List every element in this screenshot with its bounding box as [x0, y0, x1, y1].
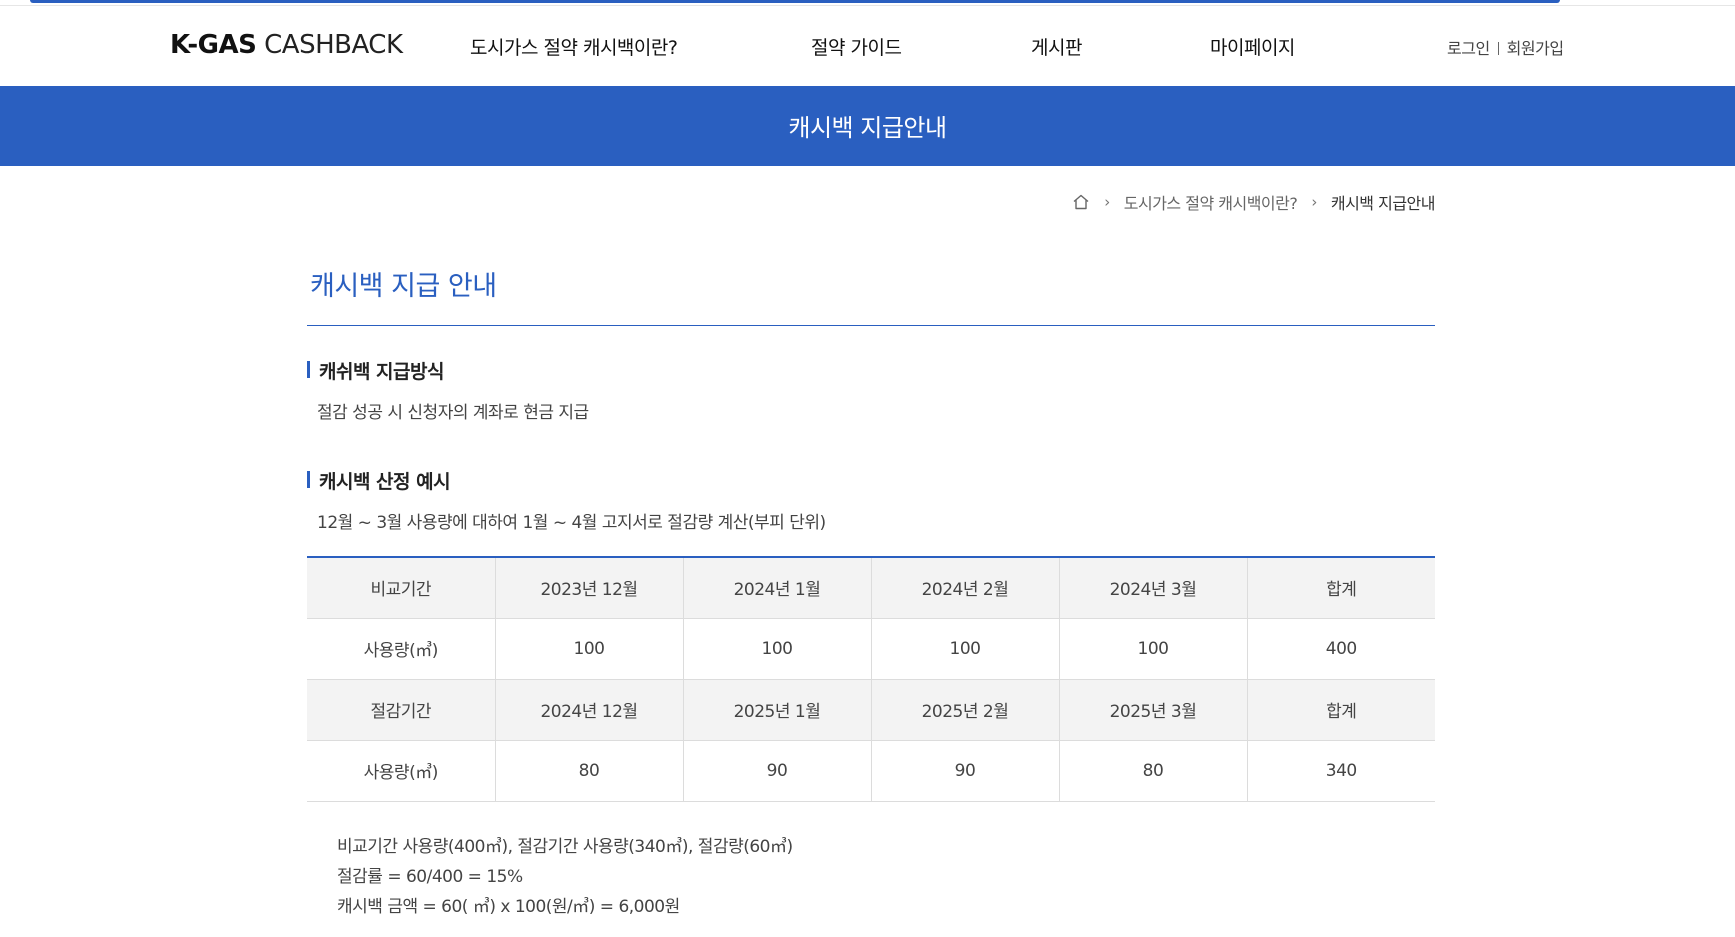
section-heading-calculation-example: 캐시백 산정 예시 [307, 467, 451, 494]
utility-links: 로그인 회원가입 [1447, 35, 1564, 59]
table-cell: 2025년 3월 [1058, 679, 1247, 741]
table-row-saving-usage: 사용량(㎥) 80 90 90 80 340 [307, 740, 1435, 802]
table-cell: 2024년 12월 [494, 679, 683, 741]
table-cell: 80 [1058, 740, 1247, 802]
cashback-calculation-table: 비교기간 2023년 12월 2024년 1월 2024년 2월 2024년 3… [307, 556, 1435, 802]
table-cell: 100 [870, 618, 1059, 680]
table-cell: 2023년 12월 [494, 557, 683, 619]
table-cell: 비교기간 [307, 557, 495, 619]
breadcrumb-item-about-cashback[interactable]: 도시가스 절약 캐시백이란? [1124, 190, 1298, 214]
login-link[interactable]: 로그인 [1447, 39, 1490, 58]
table-cell: 90 [682, 740, 871, 802]
nav-item-mypage[interactable]: 마이페이지 [1210, 33, 1295, 60]
breadcrumb: › 도시가스 절약 캐시백이란? › 캐시백 지급안내 [1072, 190, 1436, 214]
note-cashback-amount: 캐시백 금액 = 60( ㎥) x 100(원/㎥) = 6,000원 [337, 897, 680, 917]
table-cell: 80 [494, 740, 683, 802]
page-banner: 캐시백 지급안내 [0, 86, 1735, 166]
banner-title: 캐시백 지급안내 [788, 114, 947, 142]
nav-item-saving-guide[interactable]: 절약 가이드 [811, 33, 902, 60]
home-icon-graphic [1073, 194, 1089, 210]
site-logo[interactable]: K-GAS CASHBACK [170, 30, 403, 60]
section-text-calculation-example: 12월 ~ 3월 사용량에 대하여 1월 ~ 4월 고지서로 절감량 계산(부피… [317, 513, 826, 533]
table-row-saving-period: 절감기간 2024년 12월 2025년 1월 2025년 2월 2025년 3… [307, 679, 1435, 741]
table-cell: 2025년 1월 [682, 679, 871, 741]
table-cell: 340 [1246, 740, 1435, 802]
table-cell: 합계 [1246, 679, 1435, 741]
table-cell: 2025년 2월 [870, 679, 1059, 741]
table-row-comparison-usage: 사용량(㎥) 100 100 100 100 400 [307, 618, 1435, 680]
table-cell: 합계 [1246, 557, 1435, 619]
table-cell: 100 [1058, 618, 1247, 680]
signup-link[interactable]: 회원가입 [1507, 39, 1564, 58]
table-cell: 400 [1246, 618, 1435, 680]
home-icon[interactable] [1072, 193, 1090, 211]
table-cell: 사용량(㎥) [307, 740, 495, 802]
breadcrumb-item-current: 캐시백 지급안내 [1330, 194, 1436, 213]
nav-item-about-cashback[interactable]: 도시가스 절약 캐시백이란? [470, 33, 678, 60]
utility-separator [1497, 42, 1499, 55]
table-cell: 2024년 3월 [1058, 557, 1247, 619]
note-saving-rate: 절감률 = 60/400 = 15% [337, 867, 523, 887]
section-text-payment-method: 절감 성공 시 신청자의 계좌로 현금 지급 [317, 403, 589, 423]
table-row-comparison-period: 비교기간 2023년 12월 2024년 1월 2024년 2월 2024년 3… [307, 557, 1435, 619]
section-heading-payment-method: 캐쉬백 지급방식 [307, 357, 444, 384]
logo-bold-text: K-GAS [170, 30, 257, 60]
chevron-right-icon: › [1104, 193, 1110, 211]
table-cell: 2024년 2월 [870, 557, 1059, 619]
table-cell: 90 [870, 740, 1059, 802]
note-usage-summary: 비교기간 사용량(400㎥), 절감기간 사용량(340㎥), 절감량(60㎥) [337, 837, 793, 857]
chevron-right-icon: › [1311, 193, 1317, 211]
top-accent-line [30, 0, 1560, 3]
table-cell: 사용량(㎥) [307, 618, 495, 680]
page-title: 캐시백 지급 안내 [310, 271, 497, 302]
table-cell: 100 [494, 618, 683, 680]
table-cell: 100 [682, 618, 871, 680]
table-cell: 2024년 1월 [682, 557, 871, 619]
calculation-notes: 비교기간 사용량(400㎥), 절감기간 사용량(340㎥), 절감량(60㎥)… [337, 832, 793, 922]
logo-light-text: CASHBACK [264, 30, 403, 60]
table-cell: 절감기간 [307, 679, 495, 741]
global-navigation: K-GAS CASHBACK 도시가스 절약 캐시백이란? 절약 가이드 게시판… [0, 6, 1735, 86]
nav-item-board[interactable]: 게시판 [1031, 33, 1082, 60]
title-divider [307, 325, 1435, 326]
